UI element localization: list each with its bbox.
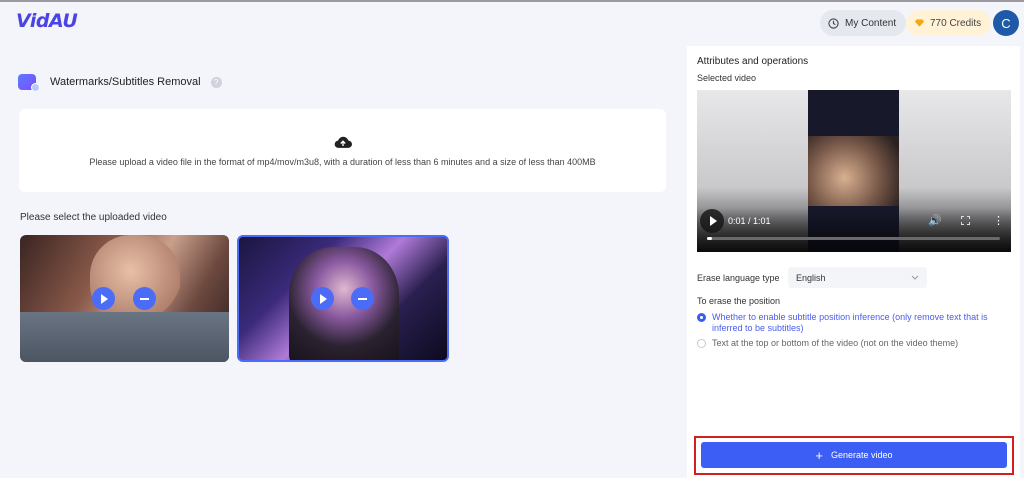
minus-icon	[140, 297, 149, 300]
option-label: Whether to enable subtitle position infe…	[712, 312, 988, 333]
erase-language-select[interactable]: English	[788, 267, 927, 288]
upload-hint: Please upload a video file in the format…	[89, 156, 596, 167]
radio-selected-icon[interactable]	[697, 313, 706, 322]
volume-icon[interactable]: 🔊	[928, 214, 942, 227]
video-thumbnail-selected[interactable]	[237, 235, 449, 362]
attributes-panel: Attributes and operations Selected video…	[687, 46, 1020, 478]
remove-button[interactable]	[133, 287, 156, 310]
play-icon	[101, 293, 108, 304]
plus-icon: +	[815, 447, 824, 463]
option-subtitle-inference[interactable]: Whether to enable subtitle position infe…	[697, 312, 997, 334]
remove-button[interactable]	[351, 287, 374, 310]
more-options-icon[interactable]: ⋮	[993, 214, 1004, 227]
cloud-upload-icon	[334, 136, 352, 148]
avatar[interactable]: C	[993, 10, 1019, 36]
option-label: Text at the top or bottom of the video (…	[712, 338, 959, 348]
select-video-label: Please select the uploaded video	[20, 212, 167, 223]
erase-language-label: Erase language type	[697, 273, 780, 283]
upload-dropzone[interactable]: Please upload a video file in the format…	[19, 109, 666, 192]
diamond-icon	[914, 19, 925, 27]
selected-video-label: Selected video	[697, 73, 757, 83]
option-top-bottom[interactable]: Text at the top or bottom of the video (…	[697, 338, 997, 349]
play-button[interactable]	[92, 287, 115, 310]
tool-title-row: Watermarks/Subtitles Removal ?	[18, 72, 222, 92]
player-time: 0:01 / 1:01	[728, 216, 771, 226]
header: VidAU My Content 770 Credits C	[0, 2, 1024, 42]
credits-label: 770 Credits	[930, 17, 982, 29]
player-play-button[interactable]	[700, 209, 724, 233]
radio-unselected-icon[interactable]	[697, 339, 706, 348]
my-content-label: My Content	[845, 17, 897, 29]
erase-position-label: To erase the position	[697, 296, 781, 306]
generate-video-button[interactable]: + Generate video	[701, 442, 1007, 468]
credits-button[interactable]: 770 Credits	[906, 10, 992, 36]
panel-title: Attributes and operations	[697, 56, 809, 67]
fullscreen-icon[interactable]	[961, 216, 970, 225]
my-content-button[interactable]: My Content	[820, 10, 907, 36]
video-player[interactable]: 0:01 / 1:01 🔊 ⋮	[697, 90, 1011, 252]
page-title: Watermarks/Subtitles Removal	[50, 76, 201, 88]
generate-label: Generate video	[831, 450, 893, 460]
clock-icon	[828, 17, 839, 29]
video-thumbnail[interactable]	[20, 235, 229, 362]
chevron-down-icon	[911, 275, 919, 280]
vidau-logo[interactable]: VidAU	[16, 10, 78, 32]
play-button[interactable]	[311, 287, 334, 310]
erase-language-value: English	[796, 272, 826, 283]
video-tool-icon	[18, 72, 40, 92]
play-icon	[709, 216, 717, 226]
progress-fill	[707, 237, 712, 240]
play-icon	[320, 293, 327, 304]
progress-bar[interactable]	[707, 237, 1000, 240]
help-icon[interactable]: ?	[210, 76, 222, 88]
minus-icon	[358, 297, 367, 300]
